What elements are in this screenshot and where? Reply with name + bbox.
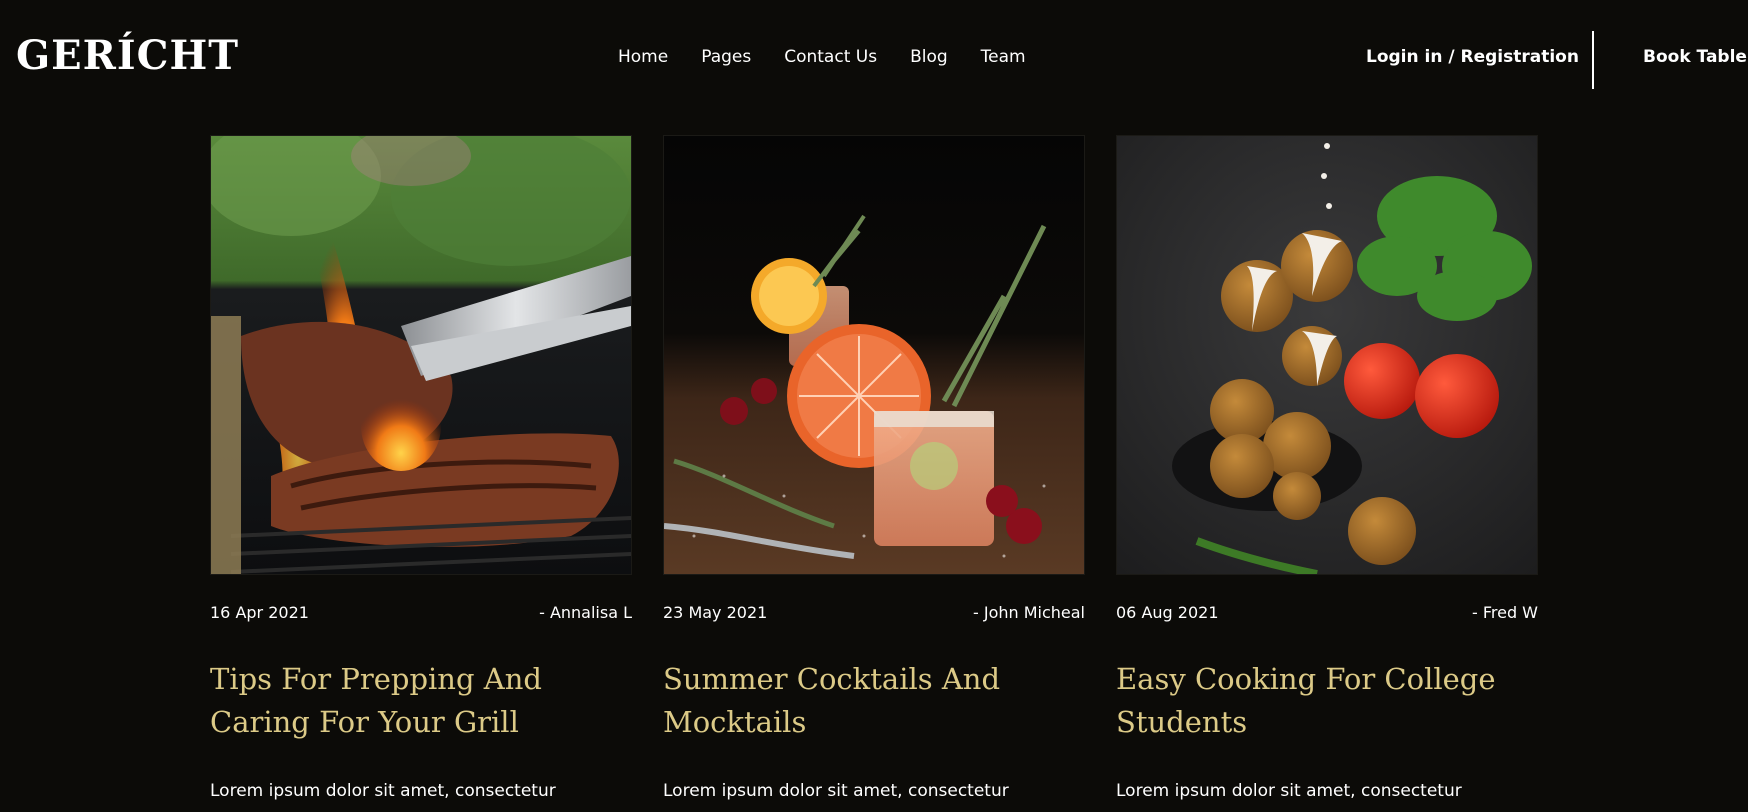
post-date: 16 Apr 2021 xyxy=(210,603,309,622)
navbar: GERÍCHT Home Pages Contact Us Blog Team … xyxy=(0,0,1748,115)
nav-link-pages[interactable]: Pages xyxy=(701,44,751,70)
falafel-image[interactable] xyxy=(1116,135,1538,575)
nav-link-home[interactable]: Home xyxy=(618,44,668,70)
post-title[interactable]: Tips For Prepping And Caring For Your Gr… xyxy=(210,658,632,744)
post-meta: 06 Aug 2021 - Fred W xyxy=(1116,602,1538,624)
post-excerpt: Lorem ipsum dolor sit amet, consectetur xyxy=(663,781,1009,801)
nav-link-team[interactable]: Team xyxy=(981,44,1026,70)
post-excerpt: Lorem ipsum dolor sit amet, consectetur xyxy=(1116,781,1462,801)
page: GERÍCHT Home Pages Contact Us Blog Team … xyxy=(0,0,1748,812)
blog-card: 06 Aug 2021 - Fred W Easy Cooking For Co… xyxy=(1116,135,1538,801)
blog-card: 23 May 2021 - John Micheal Summer Cockta… xyxy=(663,135,1085,801)
post-date: 06 Aug 2021 xyxy=(1116,603,1219,622)
login-registration-link[interactable]: Login in / Registration xyxy=(1366,44,1579,70)
nav-links: Home Pages Contact Us Blog Team xyxy=(618,44,1026,70)
post-author: - Annalisa L xyxy=(539,603,632,622)
post-date: 23 May 2021 xyxy=(663,603,768,622)
post-author: - Fred W xyxy=(1471,603,1538,622)
blog-card: 16 Apr 2021 - Annalisa L Tips For Preppi… xyxy=(210,135,632,801)
post-meta: 23 May 2021 - John Micheal xyxy=(663,602,1085,624)
logo[interactable]: GERÍCHT xyxy=(16,30,239,82)
cocktail-image[interactable] xyxy=(663,135,1085,575)
nav-link-blog[interactable]: Blog xyxy=(910,44,948,70)
nav-link-contact[interactable]: Contact Us xyxy=(784,44,877,70)
post-meta: 16 Apr 2021 - Annalisa L xyxy=(210,602,632,624)
post-excerpt: Lorem ipsum dolor sit amet, consectetur xyxy=(210,781,556,801)
post-author: - John Micheal xyxy=(972,603,1085,622)
nav-divider xyxy=(1592,31,1594,89)
post-title[interactable]: Easy Cooking For College Students xyxy=(1116,658,1538,744)
post-title[interactable]: Summer Cocktails And Mocktails xyxy=(663,658,1085,744)
book-table-link[interactable]: Book Table xyxy=(1643,44,1747,70)
grilled-steak-image[interactable] xyxy=(210,135,632,575)
